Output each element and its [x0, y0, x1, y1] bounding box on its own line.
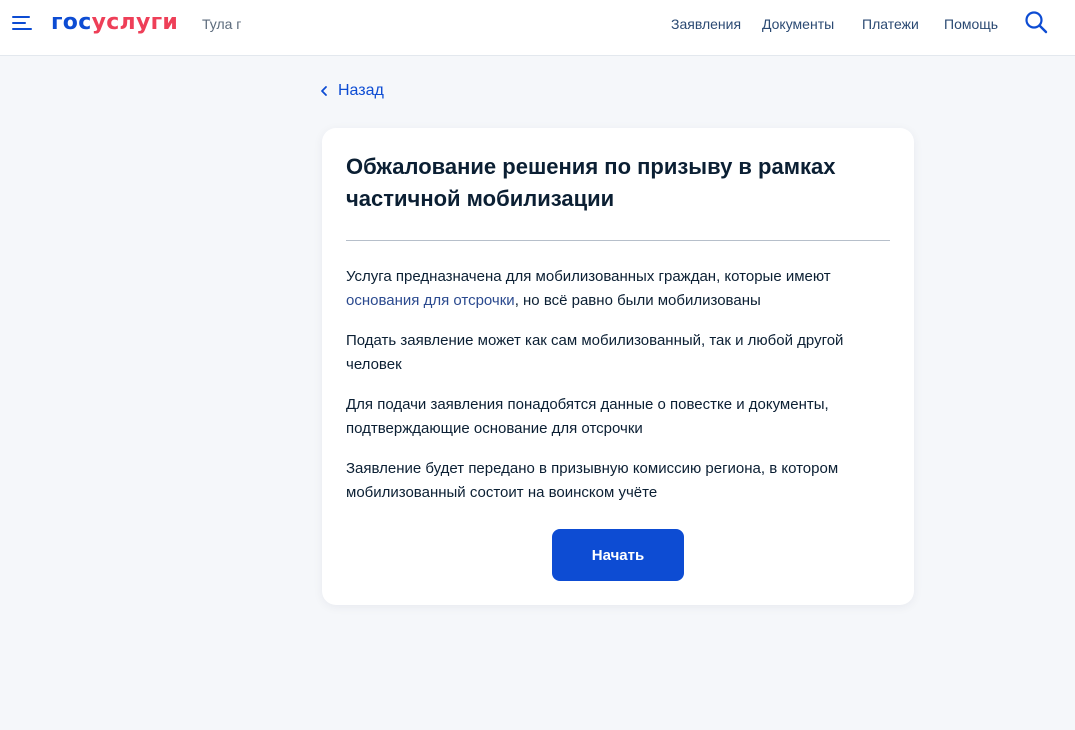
chevron-left-icon: [321, 86, 327, 96]
burger-menu-icon[interactable]: [12, 14, 32, 32]
nav-help[interactable]: Помощь: [944, 15, 998, 33]
region-selector[interactable]: Тула г: [202, 15, 241, 33]
description-paragraph-4: Заявление будет передано в призывную ком…: [346, 460, 839, 501]
back-label: Назад: [338, 82, 384, 99]
logo-part-gos: гос: [51, 10, 92, 35]
nav-applications[interactable]: Заявления: [671, 15, 741, 33]
description-paragraph-1: Услуга предназначена для мобилизованных …: [346, 265, 891, 313]
search-icon[interactable]: [1024, 10, 1048, 34]
nav-payments[interactable]: Платежи: [862, 15, 919, 33]
page-title: Обжалование решения по призыву в рамках …: [346, 154, 836, 211]
nav-documents[interactable]: Документы: [762, 15, 834, 33]
p1-text-start: Услуга предназначена для мобилизованных …: [346, 268, 831, 285]
site-header: госуслуги Тула г Заявления Документы Пла…: [0, 0, 1075, 56]
back-link[interactable]: Назад: [320, 81, 384, 101]
description-paragraph-3: Для подачи заявления понадобятся данные …: [346, 396, 829, 437]
logo-part-uslugi: услуги: [91, 10, 179, 35]
divider: [346, 240, 890, 241]
start-button[interactable]: Начать: [552, 529, 684, 581]
service-card: Обжалование решения по призыву в рамках …: [322, 128, 914, 605]
description-paragraph-2: Подать заявление может как сам мобилизов…: [346, 332, 844, 373]
p1-text-end: , но всё равно были мобилизованы: [514, 292, 761, 309]
deferment-grounds-link[interactable]: основания для отсрочки: [346, 292, 515, 309]
gosuslugi-logo[interactable]: госуслуги: [51, 9, 178, 37]
